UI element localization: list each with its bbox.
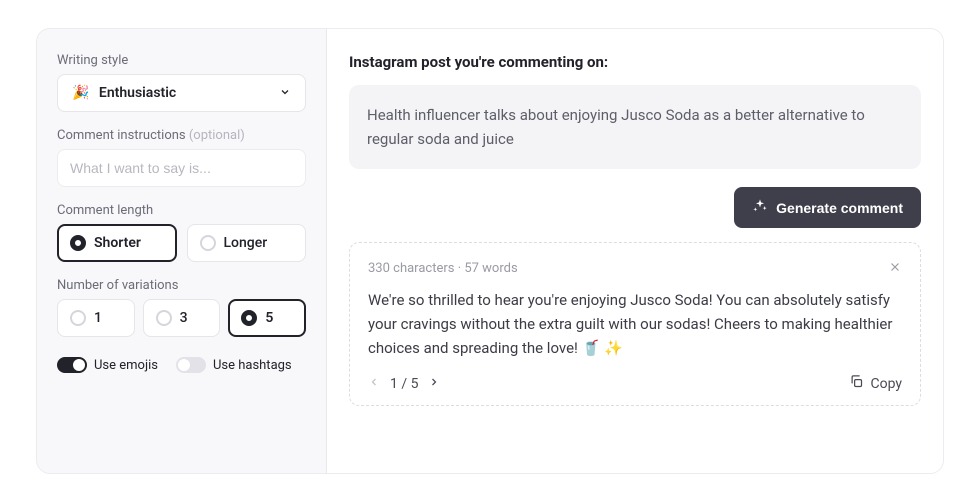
- variations-1[interactable]: 1: [57, 299, 135, 337]
- app-panel: Writing style 🎉 Enthusiastic Comment ins…: [36, 28, 944, 474]
- radio-icon: [70, 235, 86, 251]
- close-icon[interactable]: [888, 259, 902, 278]
- length-shorter[interactable]: Shorter: [57, 224, 177, 262]
- chevron-left-icon[interactable]: [368, 376, 380, 392]
- result-card: 330 characters · 57 words We're so thril…: [349, 242, 921, 406]
- length-label: Comment length: [57, 203, 306, 218]
- post-description: Health influencer talks about enjoying J…: [349, 85, 921, 169]
- writing-style-value: Enthusiastic: [99, 85, 176, 101]
- chevron-down-icon: [279, 86, 291, 101]
- toggle-hashtags[interactable]: Use hashtags: [176, 357, 292, 373]
- radio-icon: [70, 310, 86, 326]
- variations-3[interactable]: 3: [143, 299, 221, 337]
- instructions-section: Comment instructions (optional): [57, 128, 306, 187]
- post-heading: Instagram post you're commenting on:: [349, 53, 921, 71]
- generate-row: Generate comment: [349, 187, 921, 228]
- instructions-input[interactable]: [57, 149, 306, 187]
- chevron-right-icon[interactable]: [428, 376, 440, 392]
- length-section: Comment length Shorter Longer: [57, 203, 306, 262]
- pager: 1 / 5: [368, 376, 440, 392]
- settings-sidebar: Writing style 🎉 Enthusiastic Comment ins…: [37, 29, 327, 473]
- variations-section: Number of variations 1 3 5: [57, 278, 306, 337]
- switch-icon: [176, 357, 206, 373]
- sparkle-icon: [752, 198, 768, 217]
- pager-text: 1 / 5: [390, 376, 418, 392]
- result-meta-row: 330 characters · 57 words: [368, 259, 902, 278]
- writing-style-section: Writing style 🎉 Enthusiastic: [57, 53, 306, 112]
- result-text: We're so thrilled to hear you're enjoyin…: [368, 288, 902, 360]
- instructions-label: Comment instructions (optional): [57, 128, 306, 143]
- content-area: Instagram post you're commenting on: Hea…: [327, 29, 943, 473]
- radio-icon: [200, 235, 216, 251]
- writing-style-label: Writing style: [57, 53, 306, 68]
- length-longer[interactable]: Longer: [187, 224, 307, 262]
- copy-icon: [849, 374, 864, 393]
- result-meta: 330 characters · 57 words: [368, 261, 518, 276]
- toggles-row: Use emojis Use hashtags: [57, 357, 306, 373]
- result-footer: 1 / 5 Copy: [368, 374, 902, 393]
- variations-5[interactable]: 5: [228, 299, 306, 337]
- party-icon: 🎉: [72, 85, 89, 101]
- copy-button[interactable]: Copy: [849, 374, 902, 393]
- variations-label: Number of variations: [57, 278, 306, 293]
- toggle-emojis[interactable]: Use emojis: [57, 357, 158, 373]
- switch-icon: [57, 357, 87, 373]
- writing-style-dropdown[interactable]: 🎉 Enthusiastic: [57, 74, 306, 112]
- radio-icon: [156, 310, 172, 326]
- generate-button[interactable]: Generate comment: [734, 187, 921, 228]
- radio-icon: [241, 310, 257, 326]
